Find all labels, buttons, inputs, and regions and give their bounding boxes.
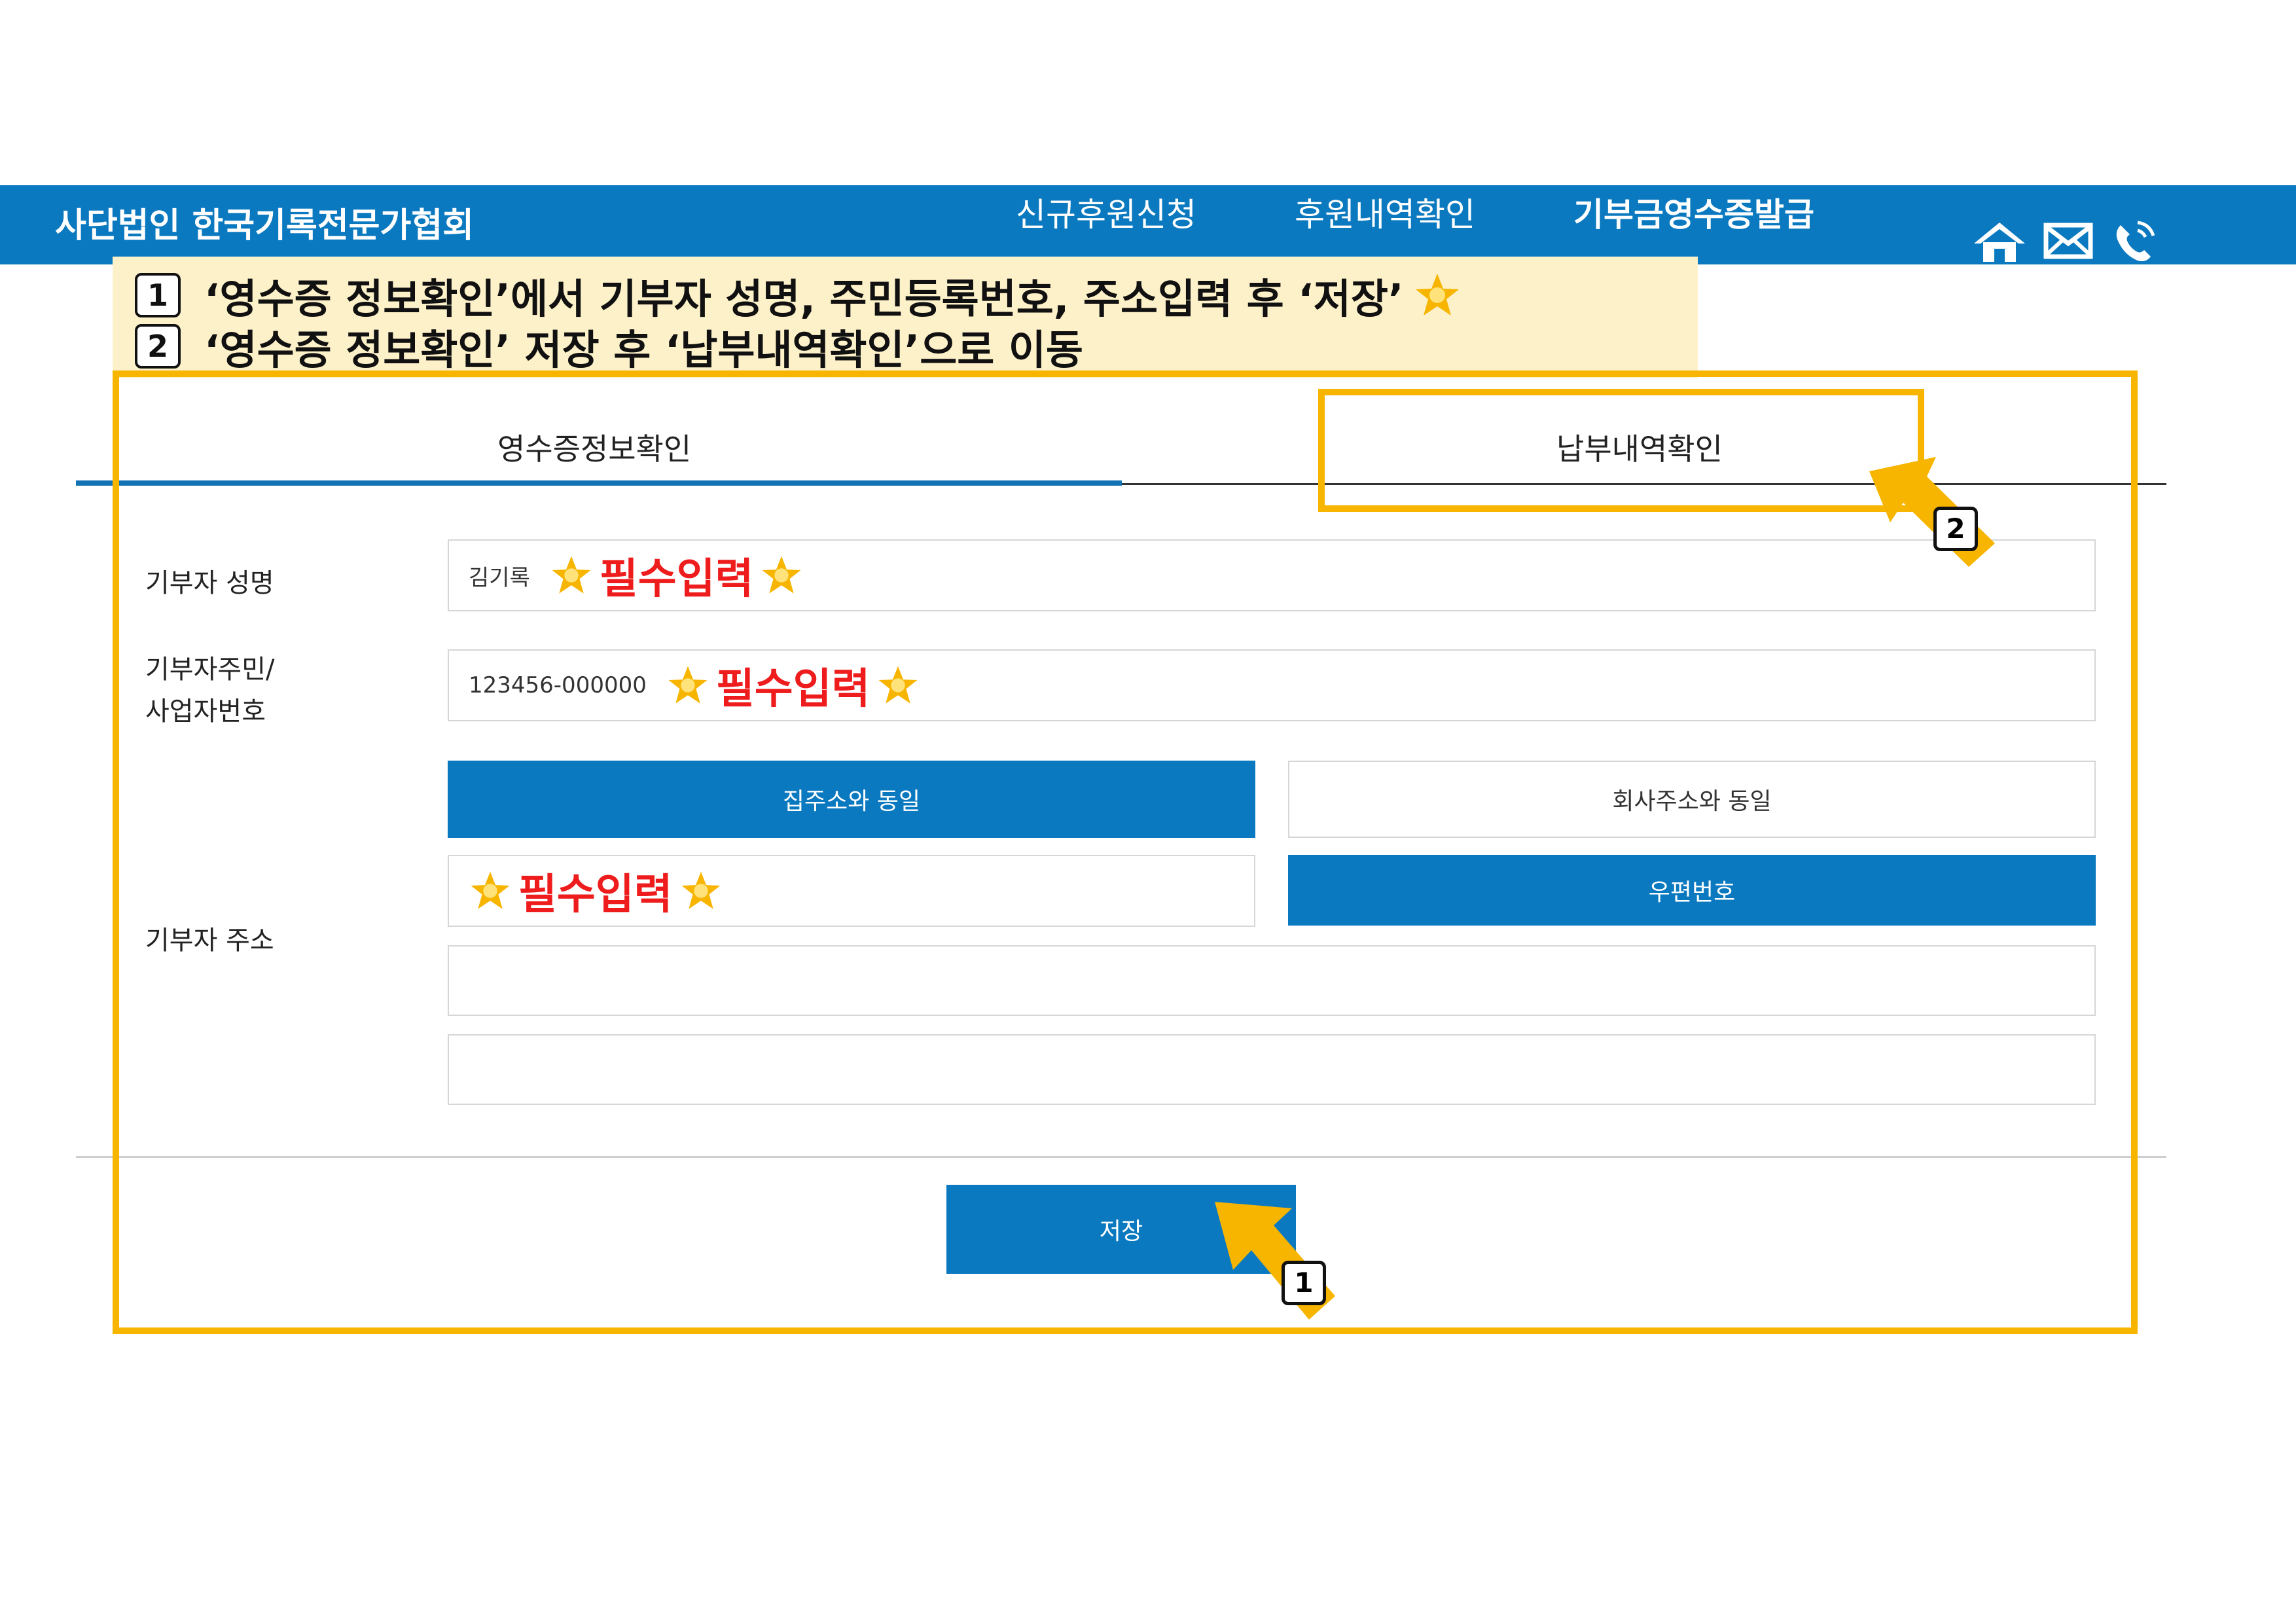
instruction-line-2: 2 ‘영수증 정보확인’ 저장 후 ‘납부내역확인’으로 이동 xyxy=(135,317,1083,376)
home-icon[interactable] xyxy=(1971,220,2028,264)
mail-icon[interactable] xyxy=(2043,223,2093,259)
nav-sponsorship-history[interactable]: 후원내역확인 xyxy=(1295,189,1475,236)
star-icon xyxy=(1415,274,1459,316)
nav-new-sponsorship[interactable]: 신규후원신청 xyxy=(1016,189,1196,236)
step-badge-2: 2 xyxy=(1933,507,1978,551)
step-badge-1: 1 xyxy=(1282,1261,1326,1305)
step-number-2: 2 xyxy=(135,324,181,369)
instruction-line-1: 1 ‘영수증 정보확인’에서 기부자 성명, 주민등록번호, 주소입력 후 ‘저… xyxy=(135,266,1462,325)
instruction-text-2: ‘영수증 정보확인’ 저장 후 ‘납부내역확인’으로 이동 xyxy=(204,326,1083,374)
phone-icon[interactable] xyxy=(2111,219,2161,264)
org-title[interactable]: 사단법인 한국기록전문가협회 xyxy=(55,198,474,247)
highlight-frame-tab xyxy=(1318,389,1924,512)
instruction-text-1: ‘영수증 정보확인’에서 기부자 성명, 주민등록번호, 주소입력 후 ‘저장’ xyxy=(204,275,1404,323)
highlight-frame-form xyxy=(113,370,2138,1334)
step-number-1: 1 xyxy=(135,273,181,317)
arrow-icon xyxy=(1869,457,1995,567)
nav-donation-receipt[interactable]: 기부금영수증발급 xyxy=(1573,189,1814,236)
